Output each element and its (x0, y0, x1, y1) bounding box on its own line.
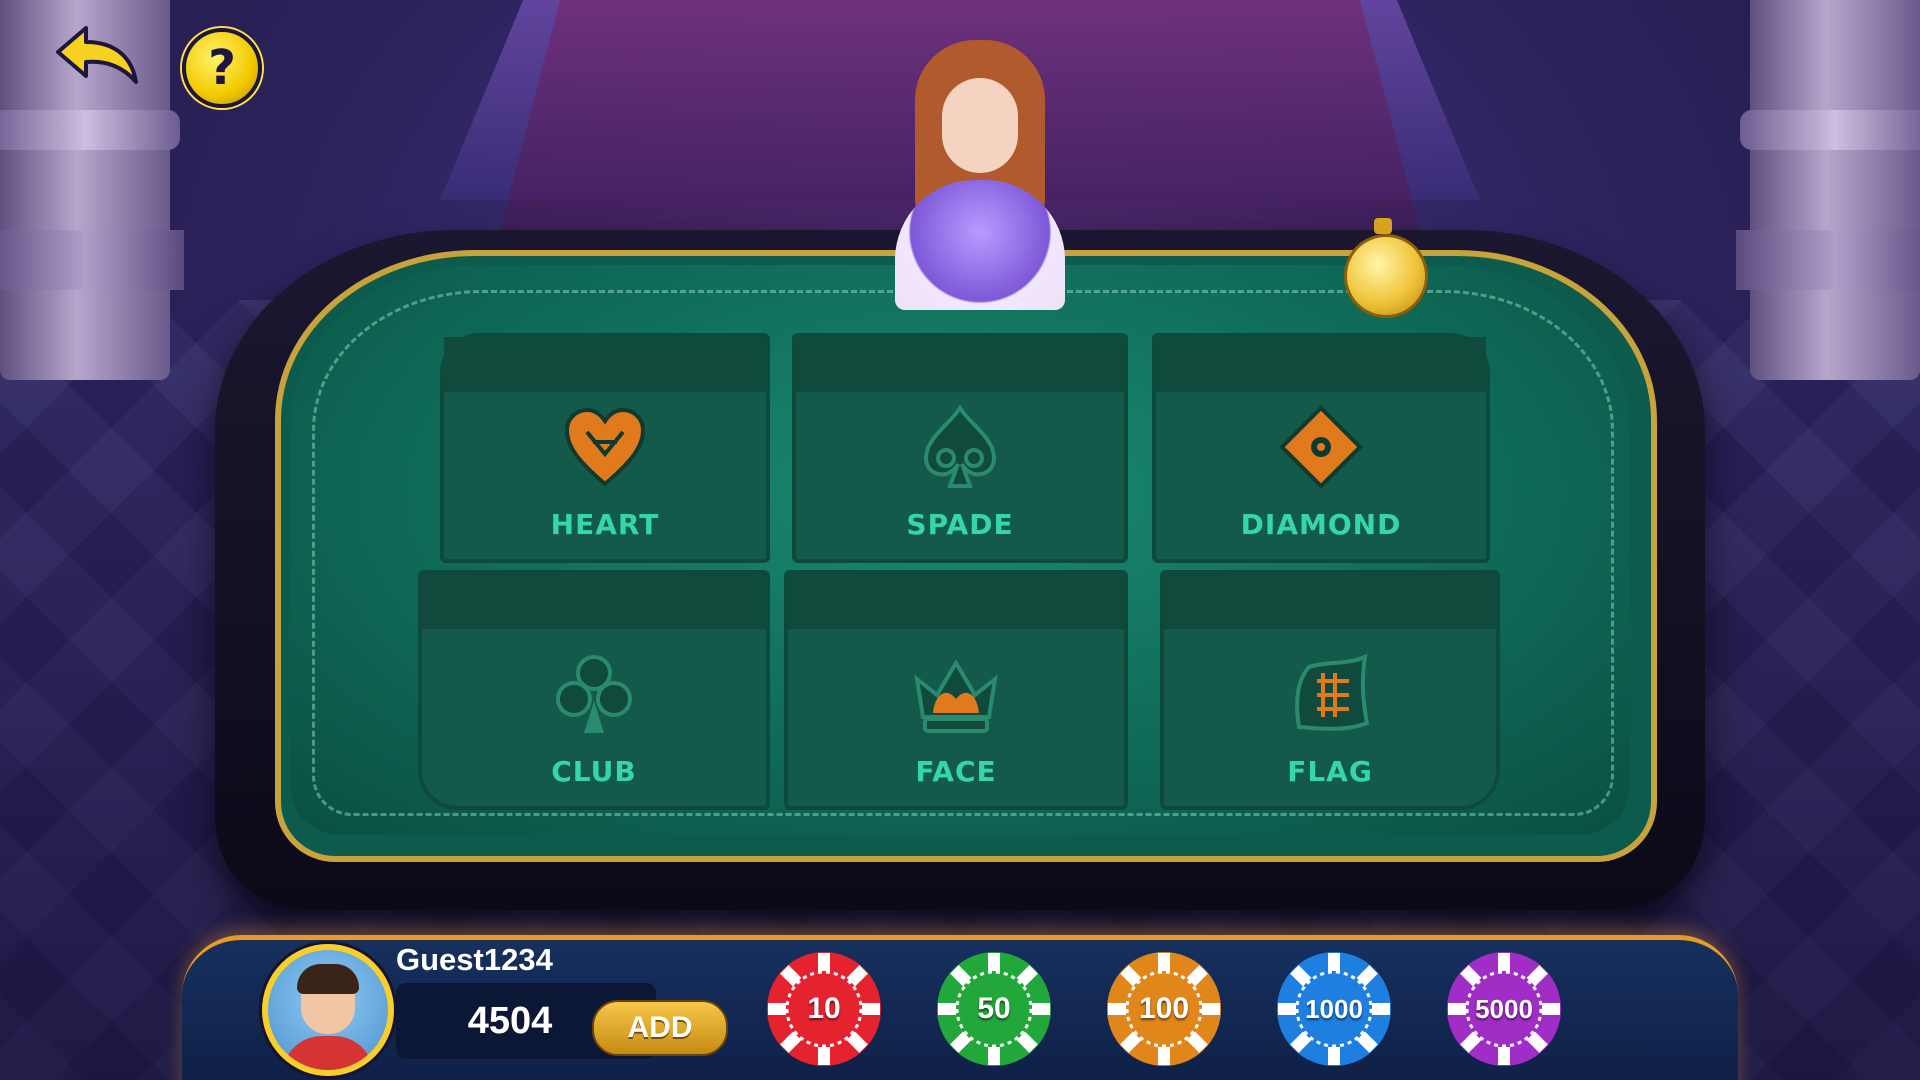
bet-cell-label: FACE (915, 755, 997, 788)
chip-value-label: 5000 (1475, 993, 1533, 1024)
help-button[interactable]: ? (182, 28, 262, 108)
chip-value-label: 100 (1138, 992, 1190, 1025)
club-icon (556, 655, 632, 733)
back-arrow-icon (56, 26, 138, 84)
chip-1000[interactable]: 1000 (1275, 950, 1393, 1068)
bet-cell-label: DIAMOND (1240, 508, 1402, 541)
player-balance: 4504 (467, 1000, 553, 1042)
player-avatar[interactable] (262, 944, 394, 1076)
spade-icon (923, 404, 997, 488)
add-balance-button[interactable]: ADD (592, 1000, 728, 1056)
bet-cell-heart[interactable]: HEART (440, 333, 770, 563)
bet-cell-label: SPADE (906, 508, 1014, 541)
bet-cell-face[interactable]: FACE (784, 570, 1128, 810)
bet-cell-flag[interactable]: FLAG (1160, 570, 1500, 810)
chip-value-label: 50 (977, 992, 1011, 1025)
chip-10[interactable]: 10 (765, 950, 883, 1068)
chip-100[interactable]: 100 (1105, 950, 1223, 1068)
dealer-character (880, 40, 1080, 310)
bet-cell-label: HEART (550, 508, 660, 541)
bet-cell-diamond[interactable]: DIAMOND (1152, 333, 1490, 563)
chip-5000[interactable]: 5000 (1445, 950, 1563, 1068)
bet-cell-club[interactable]: CLUB (418, 570, 770, 810)
chip-value-label: 1000 (1305, 993, 1363, 1024)
player-username: Guest1234 (396, 942, 553, 977)
right-pillar (1736, 0, 1920, 380)
bet-cell-label: CLUB (551, 755, 637, 788)
stopwatch-icon (1340, 218, 1428, 318)
chip-value-label: 10 (807, 992, 841, 1025)
flag-icon (1295, 653, 1370, 731)
back-button[interactable] (52, 22, 142, 90)
crown-icon (914, 659, 998, 733)
game-scene: ? HEART SPADE DIAMOND CLUB FACE FLAG Gue… (0, 0, 1920, 1080)
bet-cell-label: FLAG (1287, 755, 1373, 788)
chip-50[interactable]: 50 (935, 950, 1053, 1068)
heart-icon (564, 407, 646, 487)
diamond-icon (1279, 405, 1363, 489)
help-button-label: ? (208, 40, 236, 96)
bet-cell-spade[interactable]: SPADE (792, 333, 1128, 563)
